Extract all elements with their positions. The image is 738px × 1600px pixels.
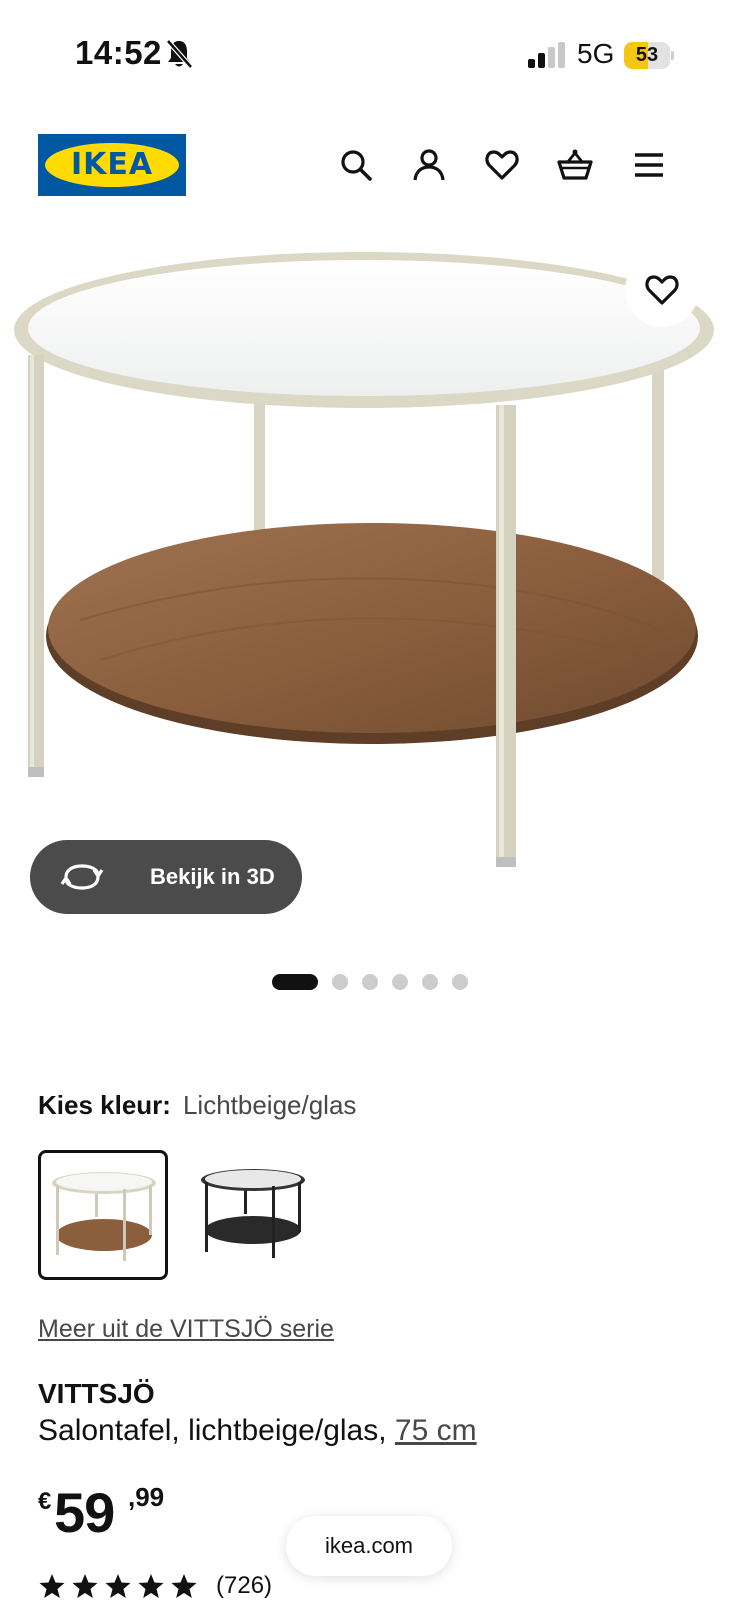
series-link[interactable]: Meer uit de VITTSJÖ serie [38, 1315, 334, 1344]
view-in-3d-label: Bekijk in 3D [150, 864, 275, 889]
product-name: VITTSJÖ [38, 1378, 155, 1409]
browser-url-bar[interactable]: ikea.com [286, 1516, 452, 1576]
menu-icon [635, 153, 663, 177]
color-value: Lichtbeige/glas [182, 1090, 357, 1120]
account-icon [413, 149, 445, 181]
cart-icon [557, 149, 593, 180]
rotate-3d-icon [60, 864, 104, 890]
status-bar: 14:52 5G 53 [0, 0, 738, 110]
star-icon [171, 1574, 197, 1598]
price-decimal: ,99 [128, 1482, 165, 1512]
product-description-text: Salontafel, lichtbeige/glas, [38, 1414, 395, 1447]
signal-icon [528, 42, 566, 68]
color-selector-heading: Kies kleur: Lichtbeige/glas [38, 1090, 356, 1121]
cart-button[interactable] [554, 144, 596, 186]
view-in-3d-button[interactable]: Bekijk in 3D [30, 840, 302, 914]
search-icon [341, 150, 372, 181]
pagination-dot[interactable] [362, 974, 378, 990]
swatch-image [52, 1172, 156, 1261]
status-time: 14:52 [75, 34, 162, 71]
bell-muted-icon [164, 38, 194, 70]
site-header: IKEA [0, 120, 738, 210]
menu-button[interactable] [628, 144, 670, 186]
color-swatch-lichtbeige[interactable] [38, 1150, 168, 1280]
favorites-button[interactable] [481, 144, 523, 186]
pagination-dot[interactable] [272, 974, 318, 990]
gallery-pagination [0, 972, 738, 992]
review-count: (726) [216, 1572, 273, 1599]
size-link[interactable]: 75 cm [395, 1414, 477, 1447]
pagination-dot[interactable] [422, 974, 438, 990]
search-button[interactable] [335, 144, 377, 186]
color-swatch-zwartbruin[interactable] [190, 1150, 320, 1280]
battery-indicator: 53 [624, 42, 674, 69]
product-description: Salontafel, lichtbeige/glas, 75 cm [38, 1414, 477, 1448]
color-label: Kies kleur: [38, 1090, 171, 1120]
swatch-image [201, 1169, 305, 1258]
pagination-dot[interactable] [452, 974, 468, 990]
pagination-dot[interactable] [392, 974, 408, 990]
logo-text: IKEA [70, 147, 154, 182]
price-integer: 59 [54, 1481, 115, 1544]
network-type: 5G [577, 38, 615, 69]
star-icon [39, 1574, 65, 1598]
star-icon [105, 1574, 131, 1598]
pagination-dot[interactable] [332, 974, 348, 990]
battery-level: 53 [635, 44, 659, 66]
ikea-logo[interactable]: IKEA [38, 134, 186, 196]
heart-icon [645, 275, 679, 305]
star-icon [138, 1574, 164, 1598]
favorites-icon [485, 150, 519, 180]
product-gallery[interactable]: Bekijk in 3D [0, 240, 738, 960]
star-icon [72, 1574, 98, 1598]
price-currency: € [38, 1488, 52, 1515]
add-to-favorites-button[interactable] [625, 253, 699, 327]
account-button[interactable] [408, 144, 450, 186]
